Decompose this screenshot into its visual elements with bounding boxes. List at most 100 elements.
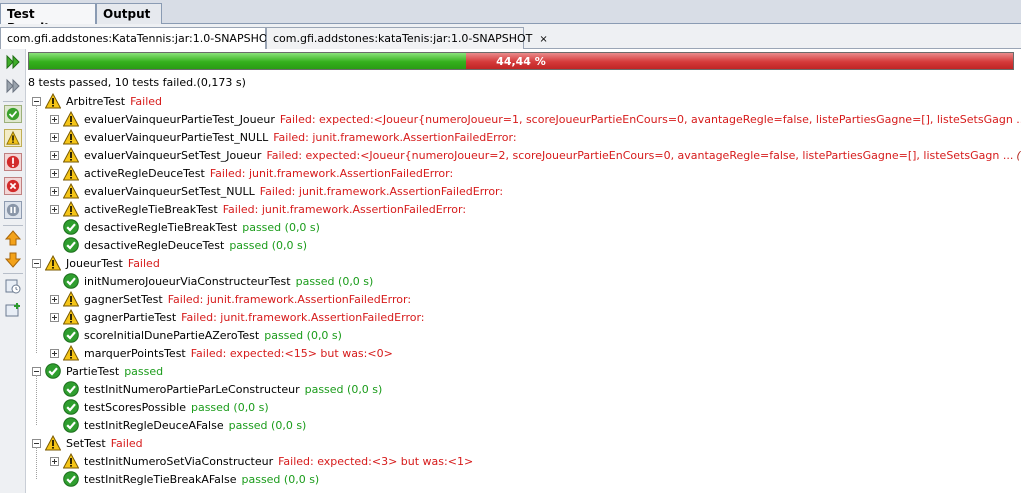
test-case-row[interactable]: testScoresPossible passed (0,0 s)	[50, 398, 269, 416]
expand-toggle[interactable]	[50, 150, 59, 160]
test-message: Failed: junit.framework.AssertionFailedE…	[209, 166, 454, 180]
test-suite-row[interactable]: PartieTest passed	[32, 362, 163, 380]
next-failure-icon[interactable]	[4, 251, 22, 269]
test-name: gagnerPartieTest	[84, 310, 177, 324]
test-message: passed (0,0 s)	[241, 472, 320, 486]
test-case-row[interactable]: evaluerVainqueurSetTest_NULL Failed: juni…	[50, 182, 503, 200]
test-name: marquerPointsTest	[84, 346, 186, 360]
test-name: activeRegleTieBreakTest	[84, 202, 218, 216]
expand-toggle[interactable]	[50, 312, 59, 322]
test-case-row[interactable]: testInitNumeroPartieParLeConstructeur pas…	[50, 380, 382, 398]
expand-toggle[interactable]	[50, 456, 59, 466]
check-circle-icon	[63, 327, 79, 343]
test-case-row[interactable]: gagnerPartieTest Failed: junit.framework.…	[50, 308, 425, 326]
test-case-row[interactable]: testInitRegleDeuceAFalse passed (0,0 s)	[50, 416, 306, 434]
expand-toggle[interactable]	[50, 204, 59, 214]
test-message: passed (0,0 s)	[190, 400, 269, 414]
test-message: Failed: junit.framework.AssertionFailedE…	[181, 310, 425, 324]
test-name: initNumeroJoueurViaConstructeurTest	[84, 274, 291, 288]
test-case-row[interactable]: marquerPointsTest Failed: expected:<15> b…	[50, 344, 393, 362]
expand-toggle[interactable]	[50, 294, 59, 304]
expand-toggle[interactable]	[50, 186, 59, 196]
expand-toggle[interactable]	[50, 114, 59, 124]
warning-icon	[63, 165, 79, 181]
tab-output-label: Output	[103, 7, 151, 21]
test-name: gagnerSetTest	[84, 292, 163, 306]
test-case-row[interactable]: activeRegleDeuceTest Failed: junit.framew…	[50, 164, 453, 182]
rerun-failed-icon[interactable]	[4, 77, 22, 95]
previous-failure-icon[interactable]	[4, 229, 22, 247]
warning-icon	[45, 435, 61, 451]
tab-test-results[interactable]: Test Results×	[0, 3, 96, 35]
check-circle-icon	[63, 381, 79, 397]
test-name: testInitNumeroSetViaConstructeur	[84, 454, 274, 468]
suite-status: Failed	[127, 256, 160, 270]
project-tab-label: com.gfi.addstones:kataTenis:jar:1.0-SNAP…	[273, 32, 533, 45]
tree-guide-line	[36, 105, 37, 245]
progress-percent-label: 44,44 %	[496, 55, 546, 68]
tree-guide-line	[36, 447, 37, 479]
suite-status: Failed	[110, 436, 143, 450]
suite-status: Failed	[130, 94, 163, 108]
test-case-row[interactable]: gagnerSetTest Failed: junit.framework.Ass…	[50, 290, 411, 308]
test-case-row[interactable]: evaluerVainqueurSetTest_Joueur Failed: ex…	[50, 146, 1021, 164]
new-test-icon[interactable]	[4, 301, 22, 319]
test-case-row[interactable]: scoreInitialDunePartieAZeroTest passed (0…	[50, 326, 342, 344]
test-message: passed (0,0 s)	[304, 382, 383, 396]
test-name: testInitRegleTieBreakAFalse	[84, 472, 237, 486]
show-skipped-icon[interactable]	[4, 201, 22, 219]
test-case-row[interactable]: evaluerVainqueurPartieTest_Joueur Failed:…	[50, 110, 1021, 128]
test-case-row[interactable]: desactiveRegleTieBreakTest passed (0,0 s)	[50, 218, 320, 236]
test-message: Failed: junit.framework.AssertionFailedE…	[273, 130, 517, 144]
tab-output[interactable]: Output	[96, 3, 162, 24]
rerun-icon[interactable]	[4, 53, 22, 71]
warning-icon	[63, 147, 79, 163]
show-passed-icon[interactable]	[4, 105, 22, 123]
omitted-chars-note: (132 chars omitted)	[1016, 148, 1021, 162]
expand-toggle[interactable]	[50, 168, 59, 178]
tree-guide-line	[36, 267, 37, 353]
test-name: testScoresPossible	[84, 400, 186, 414]
test-case-row[interactable]: testInitNumeroSetViaConstructeur Failed: …	[50, 452, 473, 470]
show-aborted-icon[interactable]	[4, 177, 22, 195]
test-name: testInitNumeroPartieParLeConstructeur	[84, 382, 300, 396]
show-errors-icon[interactable]	[4, 153, 22, 171]
test-message: Failed: expected:<3> but was:<1>	[278, 454, 474, 468]
check-circle-icon	[63, 273, 79, 289]
expand-toggle[interactable]	[50, 132, 59, 142]
check-circle-icon	[63, 417, 79, 433]
test-suite-row[interactable]: JoueurTest Failed	[32, 254, 160, 272]
project-tab-bar: com.gfi.addstones:KataTennis:jar:1.0-SNA…	[0, 24, 1021, 49]
project-tab-label: com.gfi.addstones:KataTennis:jar:1.0-SNA…	[7, 32, 275, 45]
test-suite-row[interactable]: SetTest Failed	[32, 434, 143, 452]
warning-icon	[63, 345, 79, 361]
warning-icon	[63, 201, 79, 217]
test-name: evaluerVainqueurSetTest_NULL	[84, 184, 255, 198]
project-tab-katatennis[interactable]: com.gfi.addstones:KataTennis:jar:1.0-SNA…	[0, 27, 290, 49]
test-message: Failed: expected:<15> but was:<0>	[190, 346, 393, 360]
test-name: evaluerVainqueurPartieTest_Joueur	[84, 112, 275, 126]
project-tab-katatenis[interactable]: com.gfi.addstones:kataTenis:jar:1.0-SNAP…	[266, 27, 548, 49]
test-case-row[interactable]: desactiveRegleDeuceTest passed (0,0 s)	[50, 236, 307, 254]
test-case-row[interactable]: evaluerVainqueurPartieTest_NULL Failed: j…	[50, 128, 517, 146]
check-circle-icon	[63, 471, 79, 487]
test-name: evaluerVainqueurPartieTest_NULL	[84, 130, 269, 144]
test-case-row[interactable]: activeRegleTieBreakTest Failed: junit.fra…	[50, 200, 466, 218]
history-icon[interactable]	[4, 277, 22, 295]
test-message: passed (0,0 s)	[295, 274, 374, 288]
test-case-row[interactable]: testInitRegleTieBreakAFalse passed (0,0 s…	[50, 470, 319, 488]
warning-icon	[45, 255, 61, 271]
test-name: scoreInitialDunePartieAZeroTest	[84, 328, 260, 342]
test-message: passed (0,0 s)	[242, 220, 320, 234]
suite-name: PartieTest	[66, 364, 120, 378]
test-results-tree[interactable]: ArbitreTest Failed evaluerVainqueurPartieT…	[28, 92, 1021, 493]
close-icon[interactable]: ×	[539, 34, 547, 45]
show-failures-icon[interactable]	[4, 129, 22, 147]
test-case-row[interactable]: initNumeroJoueurViaConstructeurTest passe…	[50, 272, 373, 290]
test-suite-row[interactable]: ArbitreTest Failed	[32, 92, 162, 110]
test-message: Failed: junit.framework.AssertionFailedE…	[167, 292, 412, 306]
results-tab-bar: Test Results× Output	[0, 0, 1021, 35]
toolbar-separator	[3, 101, 23, 102]
expand-toggle[interactable]	[50, 348, 59, 358]
warning-icon	[63, 183, 79, 199]
